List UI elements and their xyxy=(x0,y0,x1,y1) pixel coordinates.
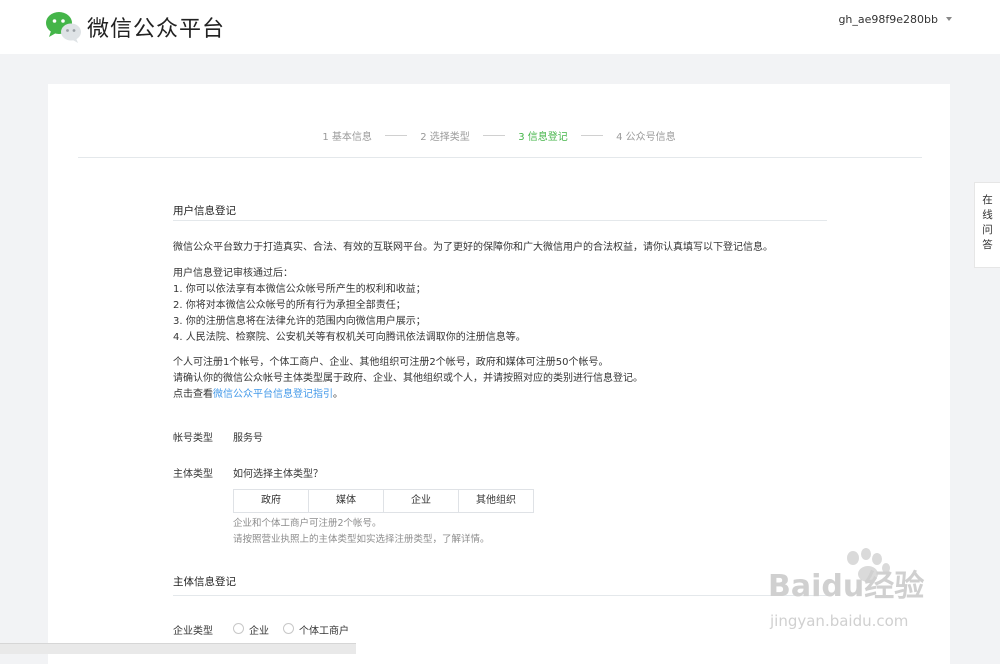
step-1: 1 基本信息 xyxy=(322,132,372,143)
account-name[interactable]: gh_ae98f9e280bb xyxy=(838,13,938,26)
after-approval-title: 用户信息登记审核通过后： xyxy=(173,268,293,279)
list-item: 3. 你的注册信息将在法律允许的范围内向微信用户展示； xyxy=(173,316,426,327)
subject-type-help-link[interactable]: 如何选择主体类型？ xyxy=(233,465,323,480)
watermark-brand: Baidu经验 xyxy=(768,569,924,604)
subject-type-selector: 政府 媒体 企业 其他组织 xyxy=(233,489,534,513)
section-title-subject-info: 主体信息登记 xyxy=(173,576,236,588)
step-divider xyxy=(385,135,408,136)
guide-line: 点击查看微信公众平台信息登记指引。 xyxy=(173,387,343,404)
section-divider xyxy=(173,220,827,221)
subject-hint-1: 企业和个体工商户可注册2个帐号。 xyxy=(233,518,382,529)
online-qa-tab[interactable]: 在 线 问 答 xyxy=(974,182,1000,268)
baidu-jingyan-watermark: Baidu经验 jingyan.baidu.com xyxy=(768,548,924,630)
section-title-user-info: 用户信息登记 xyxy=(173,205,236,217)
step-divider xyxy=(580,135,603,136)
bottom-scrollbar[interactable] xyxy=(0,643,356,654)
step-4: 4 公众号信息 xyxy=(616,132,676,143)
guide-suffix: 。 xyxy=(333,389,343,400)
side-tab-char: 问 xyxy=(982,224,993,236)
side-tab-char: 线 xyxy=(982,209,993,221)
subject-option-enterprise[interactable]: 企业 xyxy=(384,490,459,512)
watermark-url: jingyan.baidu.com xyxy=(769,612,908,630)
wechat-logo-icon[interactable] xyxy=(44,10,82,44)
account-limit-note: 个人可注册1个帐号，个体工商户、企业、其他组织可注册2个帐号，政府和媒体可注册5… xyxy=(173,357,609,368)
step-divider xyxy=(483,135,505,136)
steps-divider xyxy=(78,157,922,158)
subject-type-label: 主体类型 xyxy=(173,469,213,480)
step-2: 2 选择类型 xyxy=(420,132,470,143)
step-3-current: 3 信息登记 xyxy=(518,132,568,143)
side-tab-char: 答 xyxy=(982,239,993,251)
list-item: 2. 你将对本微信公众帐号的所有行为承担全部责任； xyxy=(173,300,406,311)
subject-option-other-org[interactable]: 其他组织 xyxy=(459,490,533,512)
chevron-down-icon[interactable] xyxy=(946,17,952,21)
list-item: 4. 人民法院、检察院、公安机关等有权机关可向腾讯依法调取你的注册信息等。 xyxy=(173,332,526,343)
confirm-type-note: 请确认你的微信公众帐号主体类型属于政府、企业、其他组织或个人，并请按照对应的类别… xyxy=(173,373,643,384)
side-tab-char: 在 xyxy=(982,194,993,206)
intro-text: 微信公众平台致力于打造真实、合法、有效的互联网平台。为了更好的保障你和广大微信用… xyxy=(173,242,773,253)
radio-enterprise-label[interactable]: 企业 xyxy=(249,622,269,637)
radio-individual-business-label[interactable]: 个体工商户 xyxy=(299,622,349,637)
enterprise-type-label: 企业类型 xyxy=(173,626,213,637)
radio-individual-business[interactable] xyxy=(283,623,294,634)
top-navbar: 微信公众平台 gh_ae98f9e280bb xyxy=(0,0,1000,54)
step-indicator: 1 基本信息 2 选择类型 3 信息登记 4 公众号信息 xyxy=(48,128,950,143)
subject-hint-2: 请按照营业执照上的主体类型如实选择注册类型，了解详情。 xyxy=(233,534,490,545)
section-divider xyxy=(173,595,827,596)
subject-option-government[interactable]: 政府 xyxy=(234,490,309,512)
account-type-value: 服务号 xyxy=(233,433,263,444)
guide-link[interactable]: 微信公众平台信息登记指引 xyxy=(213,389,333,400)
list-item: 1. 你可以依法享有本微信公众帐号所产生的权利和收益； xyxy=(173,284,426,295)
account-type-label: 帐号类型 xyxy=(173,433,213,444)
subject-option-media[interactable]: 媒体 xyxy=(309,490,384,512)
radio-enterprise[interactable] xyxy=(233,623,244,634)
guide-prefix: 点击查看 xyxy=(173,389,213,400)
brand-title[interactable]: 微信公众平台 xyxy=(87,11,225,43)
